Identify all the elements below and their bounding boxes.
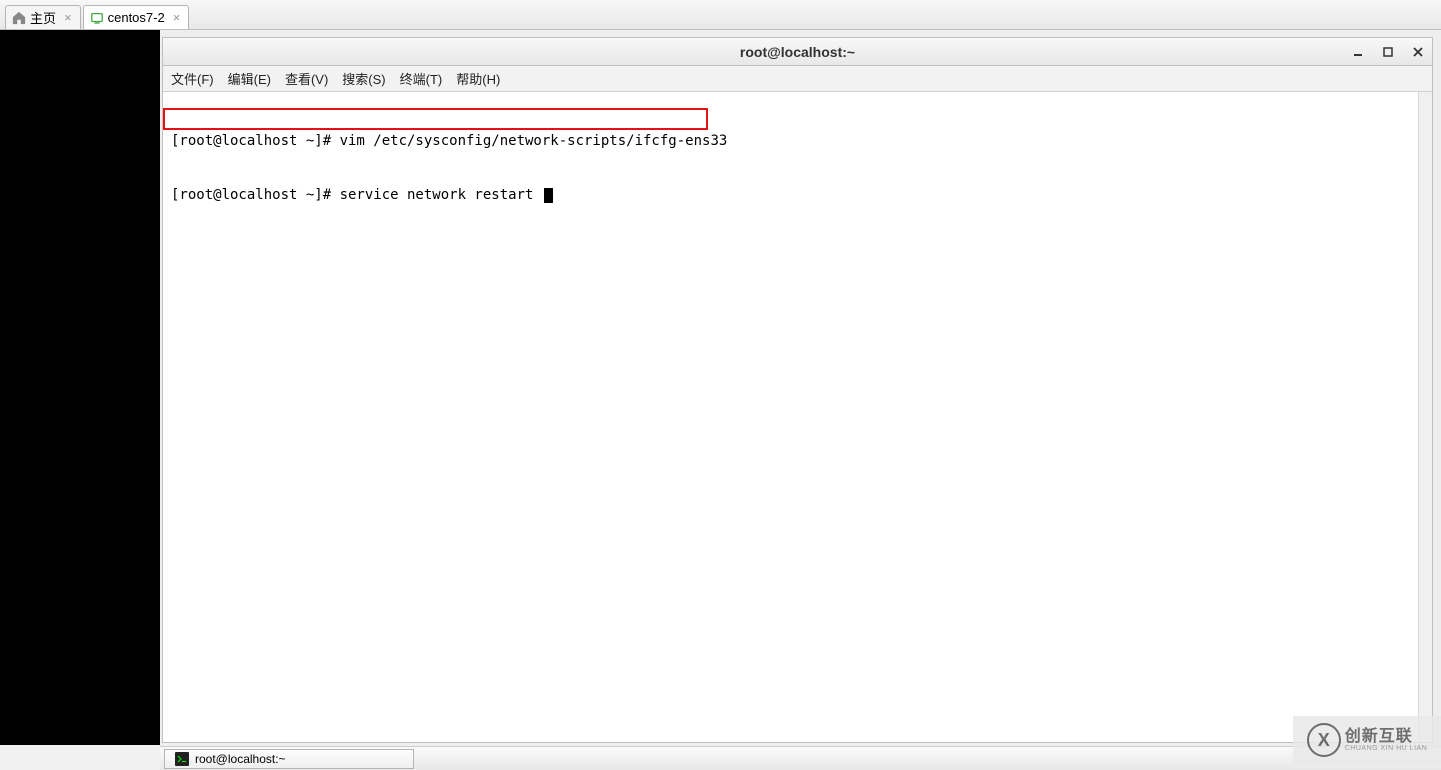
menu-help[interactable]: 帮助(H): [456, 69, 500, 88]
scrollbar-vertical[interactable]: [1418, 92, 1432, 742]
tab-vm[interactable]: centos7-2 ×: [83, 5, 190, 29]
menu-edit[interactable]: 编辑(E): [228, 69, 271, 88]
terminal-menu: 文件(F) 编辑(E) 查看(V) 搜索(S) 终端(T) 帮助(H): [163, 66, 1432, 92]
terminal-line: [root@localhost ~]# vim /etc/sysconfig/n…: [171, 132, 1424, 150]
home-icon: [12, 11, 26, 25]
minimize-button[interactable]: [1350, 45, 1366, 59]
tab-home[interactable]: 主页 ×: [5, 5, 81, 29]
taskbar-terminal-button[interactable]: root@localhost:~: [164, 749, 414, 769]
terminal-line: [root@localhost ~]# service network rest…: [171, 186, 1424, 204]
terminal-icon: [175, 752, 189, 766]
menu-file[interactable]: 文件(F): [171, 69, 214, 88]
terminal-text: [root@localhost ~]# vim /etc/sysconfig/n…: [171, 133, 727, 149]
vm-display-area: root@localhost:~ 文件(F) 编辑(E) 查看(V): [160, 30, 1441, 745]
menu-search[interactable]: 搜索(S): [342, 69, 385, 88]
annotation-highlight: [163, 108, 708, 130]
vm-black-panel: [0, 30, 160, 745]
gnome-taskbar: root@localhost:~: [160, 746, 1441, 770]
terminal-title: root@localhost:~: [740, 44, 855, 60]
maximize-button[interactable]: [1380, 45, 1396, 59]
terminal-text: [root@localhost ~]# service network rest…: [171, 187, 542, 203]
terminal-titlebar[interactable]: root@localhost:~: [163, 38, 1432, 66]
close-icon[interactable]: ×: [62, 10, 74, 25]
tab-home-label: 主页: [30, 8, 56, 27]
vm-tab-strip: 主页 × centos7-2 ×: [0, 0, 1441, 30]
terminal-window: root@localhost:~ 文件(F) 编辑(E) 查看(V): [162, 37, 1433, 743]
menu-terminal[interactable]: 终端(T): [400, 69, 443, 88]
text-cursor: [544, 188, 553, 203]
close-icon[interactable]: ×: [171, 10, 183, 25]
terminal-body[interactable]: [root@localhost ~]# vim /etc/sysconfig/n…: [163, 92, 1432, 742]
taskbar-button-label: root@localhost:~: [195, 752, 286, 766]
vm-icon: [90, 11, 104, 25]
close-button[interactable]: [1410, 45, 1426, 59]
tab-vm-label: centos7-2: [108, 10, 165, 25]
menu-view[interactable]: 查看(V): [285, 69, 328, 88]
